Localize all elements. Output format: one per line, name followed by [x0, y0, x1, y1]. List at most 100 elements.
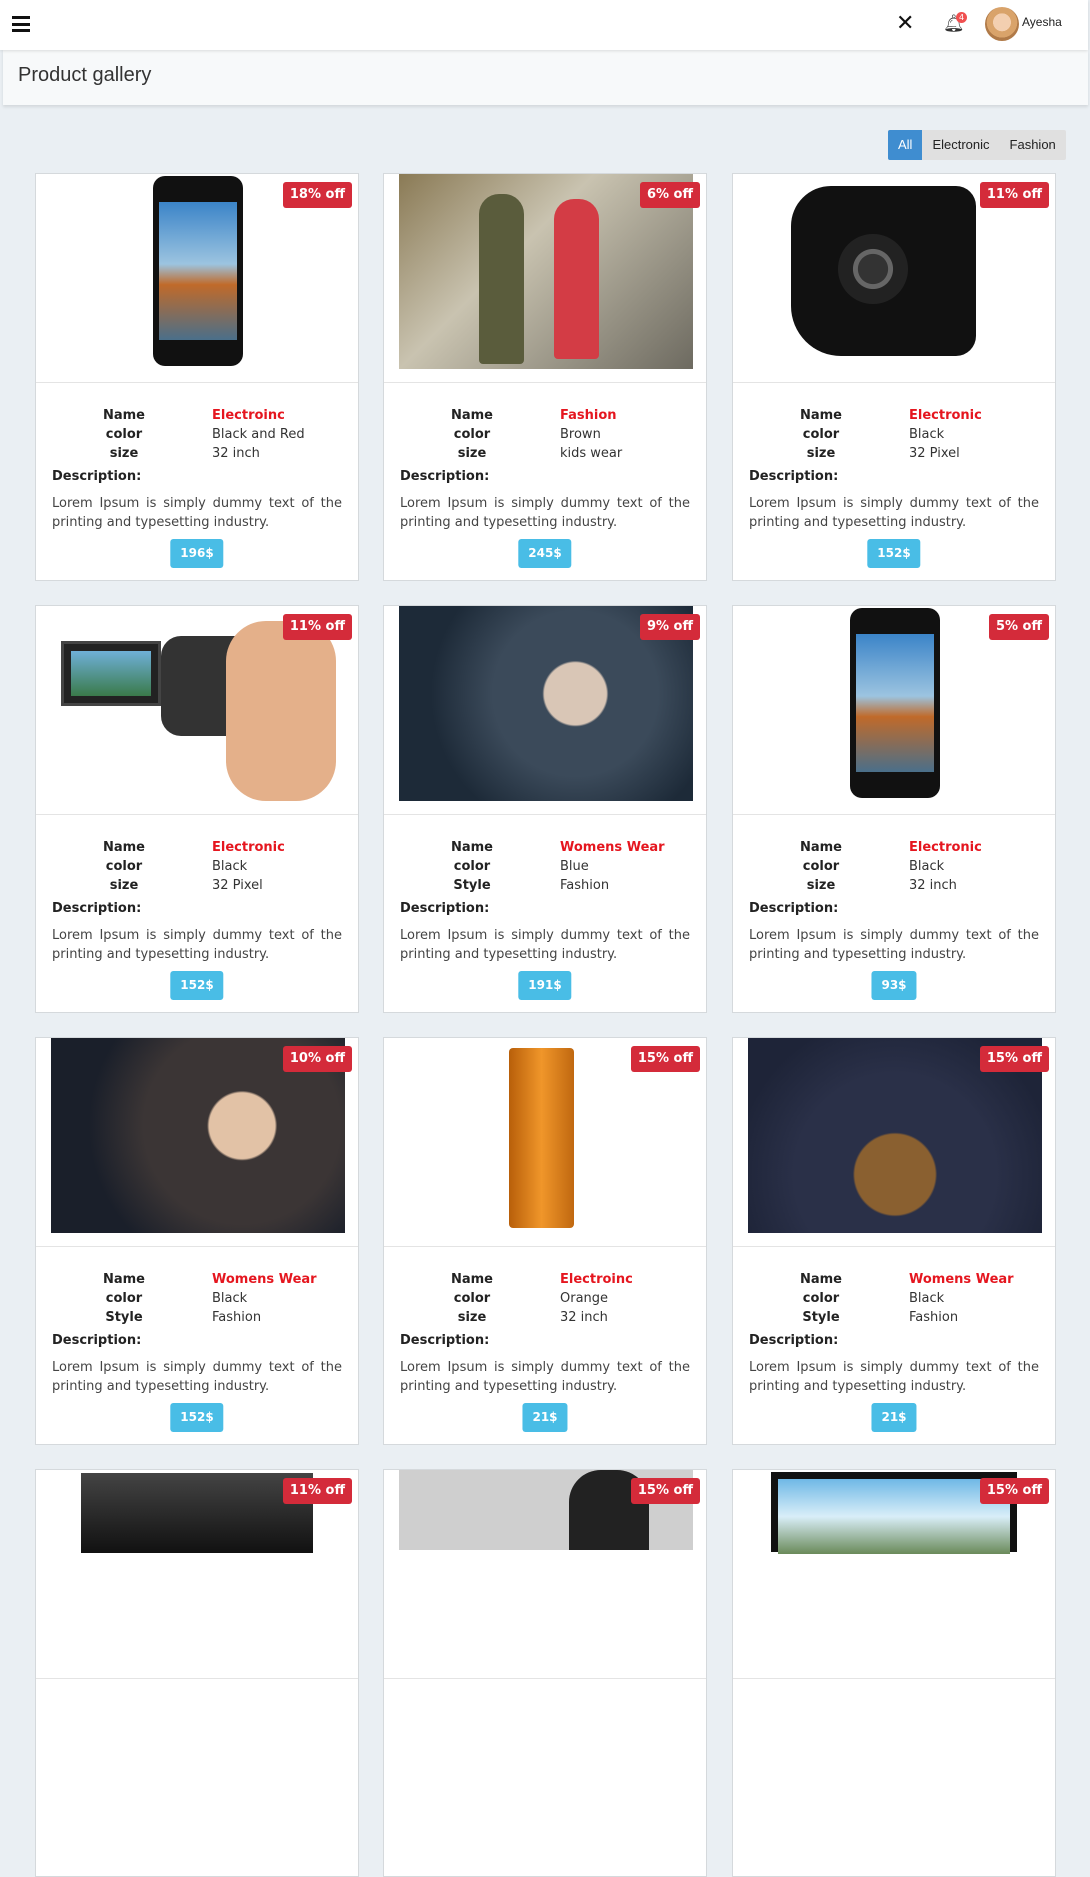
product-details: Name Womens Wear color Black Style Fashion [733, 1270, 1055, 1327]
detail-value: Orange [560, 1291, 609, 1306]
detail-row: Name Electroinc [36, 406, 358, 425]
detail-label: Name [102, 1272, 145, 1287]
detail-value: Fashion [212, 1310, 262, 1325]
detail-label: Style [105, 1310, 143, 1325]
discount-badge: 15% off [979, 1478, 1049, 1504]
description-label: Description: [52, 469, 142, 484]
detail-label: color [802, 427, 840, 442]
detail-value: Fashion [909, 1310, 959, 1325]
detail-row: Name Womens Wear [733, 1270, 1055, 1289]
detail-label: size [109, 878, 139, 893]
detail-label: Name [102, 840, 145, 855]
product-card[interactable]: 11% off Name Electronic color Black size 32 Pi… [732, 173, 1056, 581]
detail-value: Electronic [212, 840, 285, 855]
filter-group: All Electronic Fashion [888, 130, 1066, 160]
discount-badge: 11% off [282, 614, 352, 640]
detail-row: Style Fashion [384, 876, 706, 895]
detail-row: Name Electroinc [384, 1270, 706, 1289]
product-card[interactable]: 11% off [35, 1469, 359, 1877]
product-details: Name Electronic color Black size 32 inch [733, 838, 1055, 895]
detail-value: Black [909, 859, 945, 874]
discount-badge: 11% off [282, 1478, 352, 1504]
price-button[interactable]: 152$ [170, 971, 224, 1000]
detail-row: Name Electronic [36, 838, 358, 857]
description-label: Description: [749, 901, 839, 916]
discount-badge: 9% off [639, 614, 700, 640]
detail-label: color [453, 1291, 491, 1306]
price-button[interactable]: 152$ [170, 1403, 224, 1432]
product-card[interactable]: 6% off Name Fashion color Brown size kids wear… [383, 173, 707, 581]
price-button[interactable]: 191$ [518, 971, 572, 1000]
fullscreen-icon[interactable]: ✕ [896, 13, 914, 35]
detail-value: Fashion [560, 408, 617, 423]
price-button[interactable]: 21$ [871, 1403, 917, 1432]
detail-label: Name [799, 1272, 842, 1287]
detail-label: Style [802, 1310, 840, 1325]
discount-badge: 15% off [979, 1046, 1049, 1072]
detail-row: size 32 Pixel [733, 444, 1055, 463]
detail-value: 32 Pixel [909, 446, 960, 461]
detail-value: Electronic [909, 840, 982, 855]
detail-label: color [105, 427, 143, 442]
hamburger-menu-icon[interactable] [12, 16, 30, 32]
detail-value: Black [909, 1291, 945, 1306]
filter-fashion[interactable]: Fashion [1000, 130, 1066, 160]
price-button[interactable]: 245$ [518, 539, 572, 568]
detail-label: Name [799, 408, 842, 423]
detail-row: size kids wear [384, 444, 706, 463]
description-text: Lorem Ipsum is simply dummy text of the … [400, 928, 690, 962]
price-button[interactable]: 93$ [871, 971, 917, 1000]
discount-badge: 15% off [630, 1478, 700, 1504]
product-details: Name Electroinc color Orange size 32 inch [384, 1270, 706, 1327]
discount-badge: 10% off [282, 1046, 352, 1072]
notification-badge: 4 [956, 12, 967, 23]
description-text: Lorem Ipsum is simply dummy text of the … [749, 496, 1039, 530]
detail-row: color Black [733, 857, 1055, 876]
filter-all[interactable]: All [888, 130, 923, 160]
detail-row: color Black and Red [36, 425, 358, 444]
price-button[interactable]: 152$ [867, 539, 921, 568]
product-card[interactable]: 18% off Name Electroinc color Black and Red s… [35, 173, 359, 581]
avatar[interactable] [985, 7, 1019, 41]
product-card[interactable]: 15% off [732, 1469, 1056, 1877]
product-details: Name Womens Wear color Blue Style Fashion [384, 838, 706, 895]
detail-row: color Black [36, 857, 358, 876]
detail-label: Name [450, 408, 493, 423]
detail-row: Style Fashion [733, 1308, 1055, 1327]
product-details: Name Electroinc color Black and Red size 32 i… [36, 406, 358, 463]
user-name[interactable]: Ayesha [1022, 15, 1062, 29]
detail-label: color [802, 1291, 840, 1306]
detail-label: size [806, 878, 836, 893]
detail-value: Womens Wear [560, 840, 665, 855]
filter-electronic[interactable]: Electronic [922, 130, 999, 160]
detail-label: size [806, 446, 836, 461]
detail-row: color Orange [384, 1289, 706, 1308]
price-button[interactable]: 196$ [170, 539, 224, 568]
detail-row: Style Fashion [36, 1308, 358, 1327]
product-card[interactable]: 10% off Name Womens Wear color Black Style Fas… [35, 1037, 359, 1445]
description-text: Lorem Ipsum is simply dummy text of the … [749, 928, 1039, 962]
detail-label: color [453, 427, 491, 442]
description-text: Lorem Ipsum is simply dummy text of the … [749, 1360, 1039, 1394]
product-details: Name Electronic color Black size 32 Pixel [733, 406, 1055, 463]
price-button[interactable]: 21$ [522, 1403, 568, 1432]
detail-row: Name Womens Wear [384, 838, 706, 857]
detail-value: Black [212, 859, 248, 874]
detail-row: color Black [36, 1289, 358, 1308]
detail-row: size 32 Pixel [36, 876, 358, 895]
product-card[interactable]: 15% off Name Electroinc color Orange size 32 i… [383, 1037, 707, 1445]
product-card[interactable]: 9% off Name Womens Wear color Blue Style Fashi… [383, 605, 707, 1013]
product-card[interactable]: 15% off [383, 1469, 707, 1877]
detail-row: size 32 inch [36, 444, 358, 463]
product-card[interactable]: 15% off Name Womens Wear color Black Style Fas… [732, 1037, 1056, 1445]
description-text: Lorem Ipsum is simply dummy text of the … [52, 496, 342, 530]
detail-label: color [105, 859, 143, 874]
detail-row: color Blue [384, 857, 706, 876]
detail-value: Blue [560, 859, 589, 874]
discount-badge: 15% off [630, 1046, 700, 1072]
detail-label: size [109, 446, 139, 461]
product-card[interactable]: 11% off Name Electronic color Black size 32 Pi… [35, 605, 359, 1013]
description-text: Lorem Ipsum is simply dummy text of the … [52, 928, 342, 962]
detail-label: Name [102, 408, 145, 423]
product-card[interactable]: 5% off Name Electronic color Black size 32 inc… [732, 605, 1056, 1013]
